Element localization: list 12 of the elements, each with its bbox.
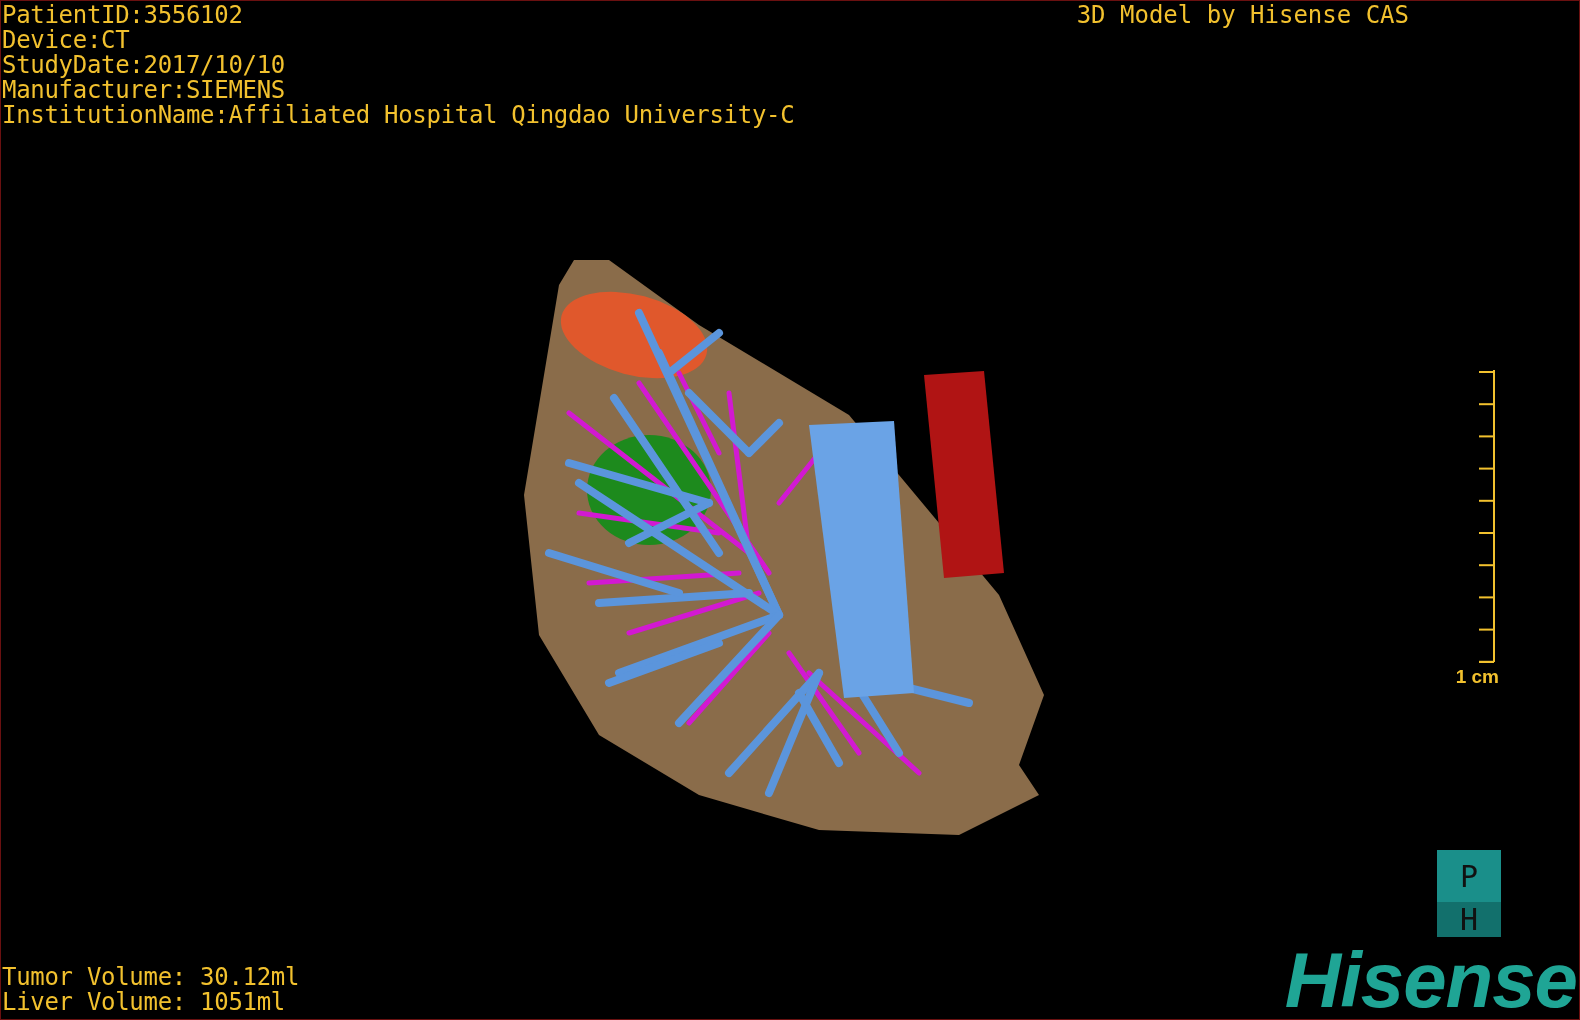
volume-text: Liver Volume: 1051ml: [2, 990, 286, 1015]
cube-face[interactable]: H: [1437, 902, 1501, 937]
study-info-text: Manufacturer:SIEMENS: [2, 78, 286, 103]
viewer-title: 3D Model by Hisense CAS: [1076, 3, 1409, 28]
study-info-text: PatientID:3556102: [2, 3, 244, 28]
study-info-text: StudyDate:2017/10/10: [2, 53, 286, 78]
brand-logo: Hisense: [1284, 945, 1577, 1015]
cube-face[interactable]: P: [1437, 850, 1501, 902]
study-info-text: InstitutionName:Affiliated Hospital Qingdao University-C: [2, 103, 795, 128]
scale-label: 1 cm: [1455, 666, 1499, 688]
study-info-text: Device:CT: [2, 28, 131, 53]
volume-text: Tumor Volume: 30.12ml: [2, 965, 300, 990]
